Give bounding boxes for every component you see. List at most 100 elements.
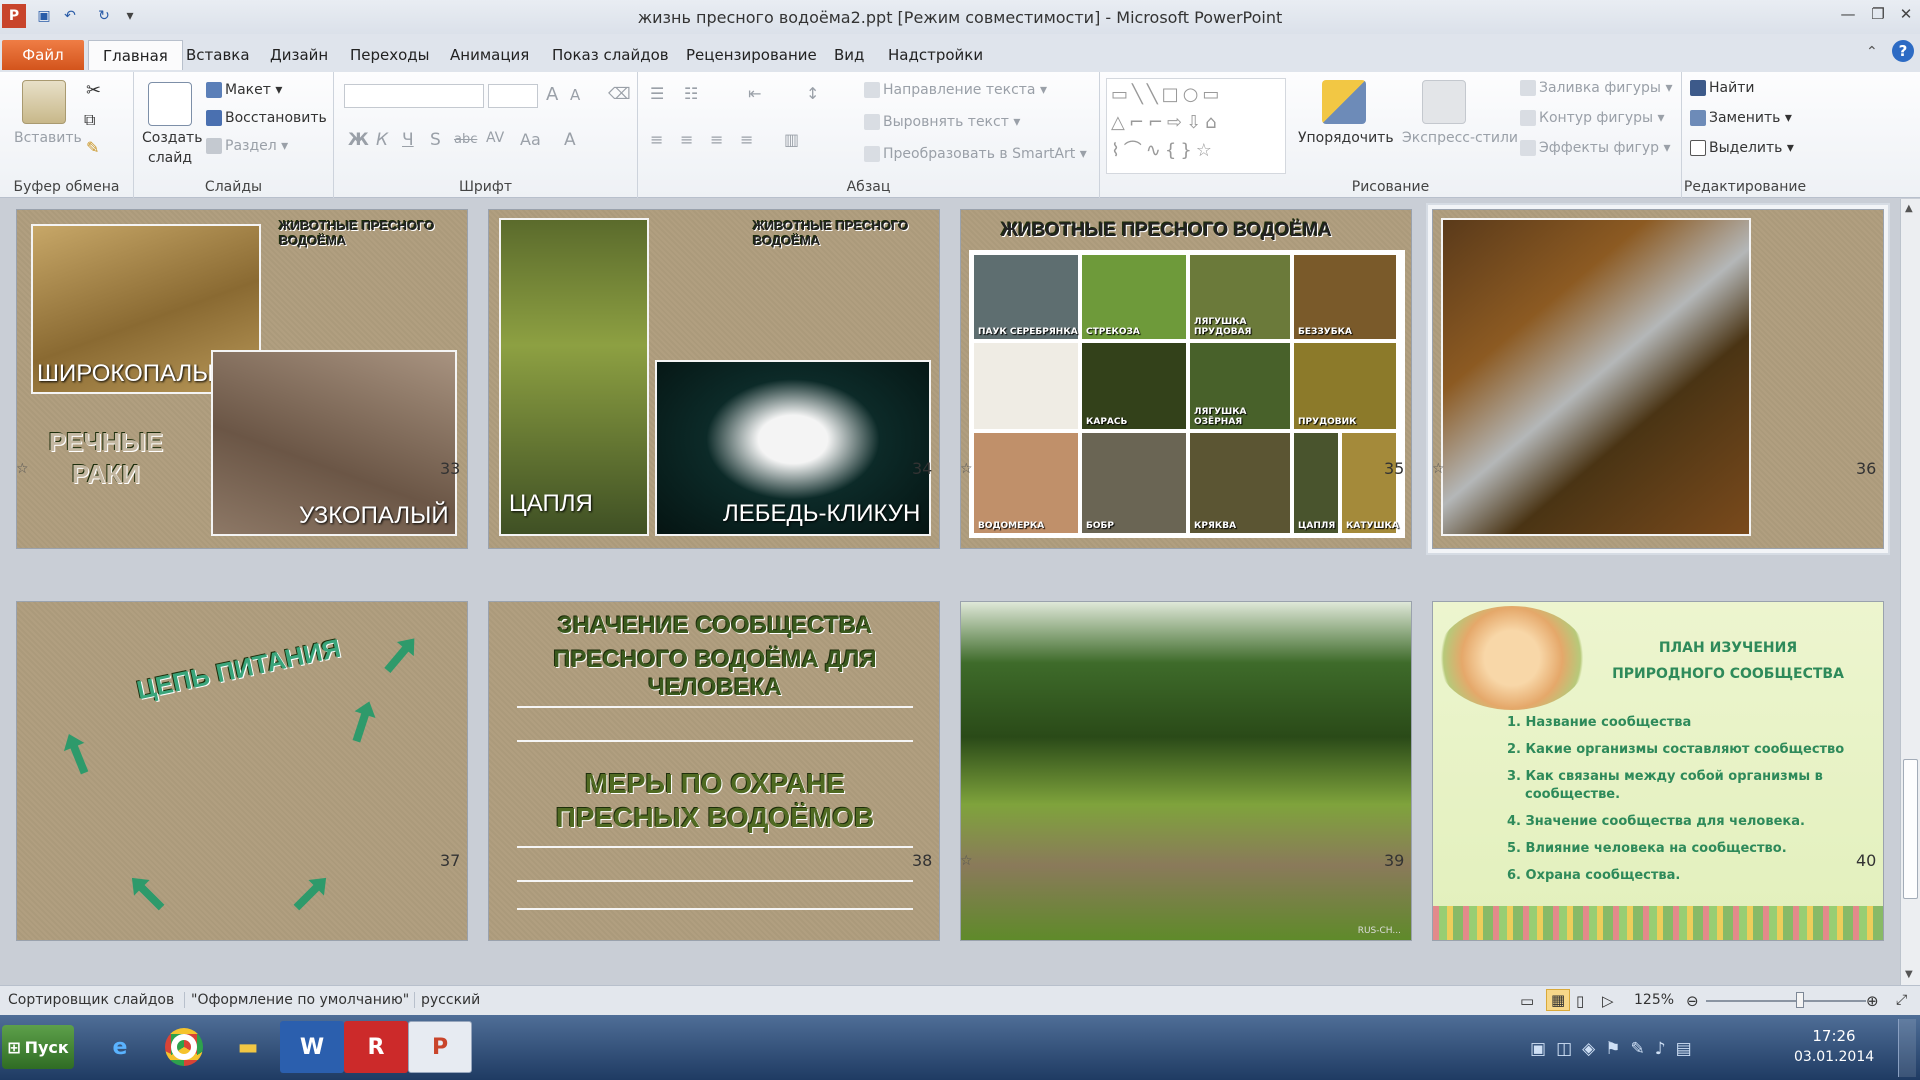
transition-star-icon[interactable]: ☆ xyxy=(960,461,973,477)
new-slide-button-line2[interactable]: слайд xyxy=(148,150,192,166)
zoom-in-icon[interactable]: ⊕ xyxy=(1866,992,1879,1010)
minimize-ribbon-icon[interactable]: ⌃ xyxy=(1866,44,1878,60)
align-center-icon[interactable]: ≡ xyxy=(680,130,693,149)
format-painter-icon[interactable]: ✎ xyxy=(86,138,99,157)
powerpoint-taskbar-icon[interactable]: P xyxy=(408,1021,472,1073)
columns-icon[interactable]: ▥ xyxy=(784,130,799,149)
transition-star-icon[interactable]: ☆ xyxy=(960,853,973,869)
shape-outline-button[interactable]: Контур фигуры ▾ xyxy=(1520,110,1665,126)
copy-icon[interactable]: ⧉ xyxy=(84,110,95,130)
slide-thumbnail-37[interactable]: ЦЕПЬ ПИТАНИЯ xyxy=(16,601,468,941)
start-button[interactable]: ⊞ Пуск xyxy=(2,1025,74,1069)
maximize-button[interactable]: ❐ xyxy=(1864,4,1892,24)
paste-button[interactable]: Вставить xyxy=(14,130,82,146)
shape-fill-button[interactable]: Заливка фигуры ▾ xyxy=(1520,80,1672,96)
font-name-combo[interactable] xyxy=(344,84,484,108)
tray-acrobat-icon[interactable]: ◈ xyxy=(1582,1039,1605,1059)
find-button[interactable]: Найти xyxy=(1690,80,1754,96)
show-desktop-button[interactable] xyxy=(1898,1019,1916,1077)
italic-icon[interactable]: К xyxy=(376,130,388,150)
tab-addins[interactable]: Надстройки xyxy=(874,40,997,70)
new-slide-icon[interactable] xyxy=(148,82,192,126)
bold-icon[interactable]: Ж xyxy=(348,130,369,150)
tray-display-icon[interactable]: ▤ xyxy=(1676,1039,1702,1059)
shape-effects-button[interactable]: Эффекты фигур ▾ xyxy=(1520,140,1671,156)
chrome-icon[interactable] xyxy=(152,1021,216,1073)
tab-review[interactable]: Рецензирование xyxy=(672,40,831,70)
tab-transitions[interactable]: Переходы xyxy=(336,40,444,70)
font-color-icon[interactable]: A xyxy=(564,130,576,150)
replace-button[interactable]: Заменить ▾ xyxy=(1690,110,1792,126)
tray-network-icon[interactable]: ▣ xyxy=(1530,1039,1556,1059)
scroll-up-icon[interactable]: ▲ xyxy=(1905,203,1913,214)
arrange-button[interactable]: Упорядочить xyxy=(1298,130,1394,146)
slide-thumbnail-39[interactable]: RUS-CH... xyxy=(960,601,1412,941)
clock-time[interactable]: 17:26 xyxy=(1794,1027,1874,1045)
quick-styles-button[interactable]: Экспресс-стили xyxy=(1402,130,1518,146)
slideshow-view-icon[interactable]: ▷ xyxy=(1602,992,1614,1010)
tab-animation[interactable]: Анимация xyxy=(436,40,543,70)
select-button[interactable]: Выделить ▾ xyxy=(1690,140,1794,156)
bullets-icon[interactable]: ☰ xyxy=(650,84,664,103)
minimize-button[interactable]: — xyxy=(1834,4,1862,24)
quick-styles-icon[interactable] xyxy=(1422,80,1466,124)
cut-icon[interactable]: ✂ xyxy=(86,80,101,101)
normal-view-icon[interactable]: ▭ xyxy=(1520,992,1534,1010)
tray-volume-icon[interactable]: ♪ xyxy=(1655,1039,1676,1059)
tab-view[interactable]: Вид xyxy=(820,40,878,70)
tray-pen-icon[interactable]: ✎ xyxy=(1630,1039,1654,1059)
zoom-level[interactable]: 125% xyxy=(1634,992,1674,1008)
align-right-icon[interactable]: ≡ xyxy=(710,130,723,149)
scroll-down-icon[interactable]: ▼ xyxy=(1905,969,1913,980)
tray-flag-icon[interactable]: ⚑ xyxy=(1605,1039,1630,1059)
slide-thumbnail-36[interactable] xyxy=(1432,209,1884,549)
reset-button[interactable]: Восстановить xyxy=(206,110,327,126)
layout-button[interactable]: Макет ▾ xyxy=(206,82,282,98)
section-button[interactable]: Раздел ▾ xyxy=(206,138,288,154)
slide-thumbnail-33[interactable]: ЖИВОТНЫЕ ПРЕСНОГО ВОДОЁМА ШИРОКОПАЛЫЙ УЗ… xyxy=(16,209,468,549)
scroll-thumb[interactable] xyxy=(1903,759,1918,899)
ie-icon[interactable]: e xyxy=(88,1021,152,1073)
tab-file[interactable]: Файл xyxy=(2,40,84,70)
vertical-scrollbar[interactable]: ▲ ▼ xyxy=(1900,199,1920,985)
spacing-icon[interactable]: AV xyxy=(486,130,504,146)
zoom-out-icon[interactable]: ⊖ xyxy=(1686,992,1699,1010)
strike-icon[interactable]: abc xyxy=(454,132,477,147)
slide-thumbnail-35[interactable]: ЖИВОТНЫЕ ПРЕСНОГО ВОДОЁМА ПАУК СЕРЕБРЯНК… xyxy=(960,209,1412,549)
fit-window-icon[interactable]: ⤢ xyxy=(1896,992,1907,1008)
language-status[interactable]: русский xyxy=(414,992,480,1008)
slide-thumbnail-34[interactable]: ЖИВОТНЫЕ ПРЕСНОГО ВОДОЁМА ЦАПЛЯ ЛЕБЕДЬ-К… xyxy=(488,209,940,549)
arrange-icon[interactable] xyxy=(1322,80,1366,124)
new-slide-button[interactable]: Создать xyxy=(142,130,202,146)
shrink-font-icon[interactable]: A xyxy=(570,86,580,104)
line-spacing-icon[interactable]: ↕ xyxy=(806,84,819,103)
paste-icon[interactable] xyxy=(22,80,66,124)
help-icon[interactable]: ? xyxy=(1892,40,1914,62)
zoom-slider-thumb[interactable] xyxy=(1796,992,1804,1008)
smartart-button[interactable]: Преобразовать в SmartArt ▾ xyxy=(864,146,1087,162)
clock-date[interactable]: 03.01.2014 xyxy=(1794,1049,1874,1065)
align-text-button[interactable]: Выровнять текст ▾ xyxy=(864,114,1020,130)
zoom-slider[interactable] xyxy=(1706,1000,1866,1002)
tab-design[interactable]: Дизайн xyxy=(256,40,342,70)
close-button[interactable]: ✕ xyxy=(1892,4,1920,24)
font-size-combo[interactable] xyxy=(488,84,538,108)
shapes-gallery[interactable]: ▭╲╲□○▭ △⌐⌐⇨⇩⌂ ⌇⌒∿{}☆ xyxy=(1106,78,1286,174)
transition-star-icon[interactable]: ☆ xyxy=(16,461,29,477)
indent-icon[interactable]: ⇤ xyxy=(748,84,761,103)
shadow-icon[interactable]: S xyxy=(430,130,441,150)
tab-home[interactable]: Главная xyxy=(88,40,183,70)
align-left-icon[interactable]: ≡ xyxy=(650,130,663,149)
underline-icon[interactable]: Ч xyxy=(402,130,414,150)
tray-app-icon[interactable]: ◫ xyxy=(1556,1039,1582,1059)
case-icon[interactable]: Aa xyxy=(520,130,541,149)
text-direction-button[interactable]: Направление текста ▾ xyxy=(864,82,1047,98)
slide-thumbnail-40[interactable]: ПЛАН ИЗУЧЕНИЯ ПРИРОДНОГО СООБЩЕСТВА 1. Н… xyxy=(1432,601,1884,941)
justify-icon[interactable]: ≡ xyxy=(740,130,753,149)
explorer-icon[interactable]: ▬ xyxy=(216,1021,280,1073)
sorter-view-icon[interactable]: ▦ xyxy=(1546,989,1571,1011)
app-icon[interactable]: R xyxy=(344,1021,408,1073)
grow-font-icon[interactable]: A xyxy=(546,84,558,105)
reading-view-icon[interactable]: ▯ xyxy=(1576,992,1584,1010)
word-icon[interactable]: W xyxy=(280,1021,344,1073)
